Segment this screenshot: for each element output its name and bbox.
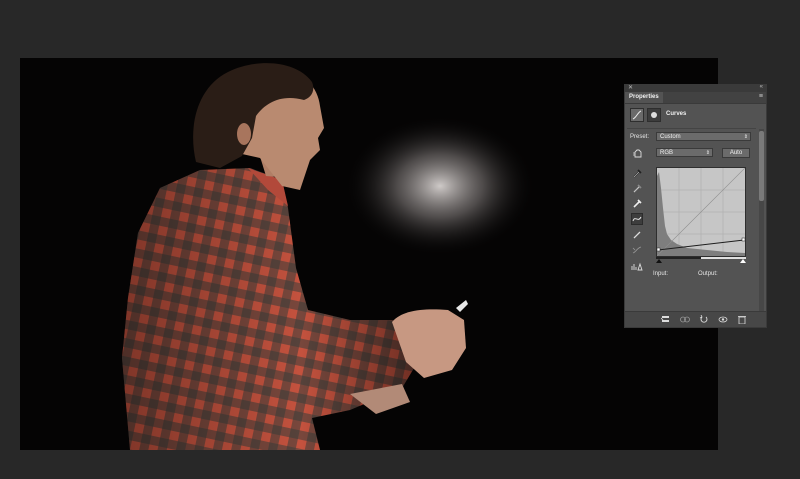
reset-icon[interactable]	[699, 314, 709, 324]
close-icon[interactable]: ✕	[628, 84, 633, 91]
document-canvas[interactable]	[20, 58, 718, 450]
curves-adjustment-icon[interactable]	[630, 108, 644, 122]
preset-dropdown[interactable]: Custom ⇕	[656, 132, 751, 141]
clip-to-layer-icon[interactable]	[660, 315, 671, 324]
channel-dropdown[interactable]: RGB ⇕	[656, 148, 713, 157]
panel-scrollbar[interactable]	[759, 129, 764, 315]
panel-bottom-bar	[625, 311, 766, 327]
curve-point-white[interactable]	[741, 237, 746, 242]
adjustment-title: Curves	[666, 111, 687, 117]
properties-panel: ✕ « Properties ≡ Curves Preset: Custom ⇕…	[624, 84, 767, 328]
curve-edit-icon[interactable]	[631, 213, 643, 225]
curves-graph[interactable]	[656, 167, 746, 257]
channel-value: RGB	[660, 150, 674, 156]
tab-properties[interactable]: Properties	[625, 92, 663, 103]
chevron-updown-icon: ⇕	[705, 150, 710, 156]
preset-label: Preset:	[630, 134, 650, 140]
scrollbar-thumb[interactable]	[759, 131, 764, 201]
panel-titlebar: ✕ «	[625, 84, 766, 92]
white-slider-handle[interactable]	[740, 259, 746, 263]
smooth-icon[interactable]	[631, 244, 643, 256]
chevron-updown-icon: ⇕	[743, 134, 748, 140]
photo	[20, 58, 718, 450]
layer-mask-icon[interactable]	[647, 108, 661, 122]
clipping-warning-icon[interactable]	[631, 260, 643, 272]
input-slider[interactable]	[656, 257, 746, 263]
panel-tabbar: Properties ≡	[625, 92, 766, 104]
preset-value: Custom	[660, 134, 681, 140]
adjustment-header: Curves	[625, 104, 766, 126]
curve-point-black[interactable]	[656, 247, 661, 252]
view-previous-icon[interactable]	[680, 315, 690, 324]
light-bokeh	[345, 116, 535, 256]
input-label: Input:	[653, 271, 669, 277]
black-point-eyedropper-icon[interactable]	[631, 167, 643, 179]
gray-point-eyedropper-icon[interactable]	[631, 182, 643, 194]
panel-menu-icon[interactable]: ≡	[759, 93, 763, 100]
trash-icon[interactable]	[737, 315, 747, 325]
output-label: Output:	[698, 271, 718, 277]
hand-adjust-icon[interactable]	[632, 147, 644, 159]
auto-button[interactable]: Auto	[722, 148, 750, 158]
black-slider-handle[interactable]	[656, 259, 662, 263]
white-point-eyedropper-icon[interactable]	[631, 197, 643, 209]
divider	[627, 128, 756, 129]
double-chevron-icon[interactable]: «	[760, 84, 763, 90]
pencil-icon[interactable]	[631, 229, 643, 241]
visibility-icon[interactable]	[718, 315, 728, 324]
